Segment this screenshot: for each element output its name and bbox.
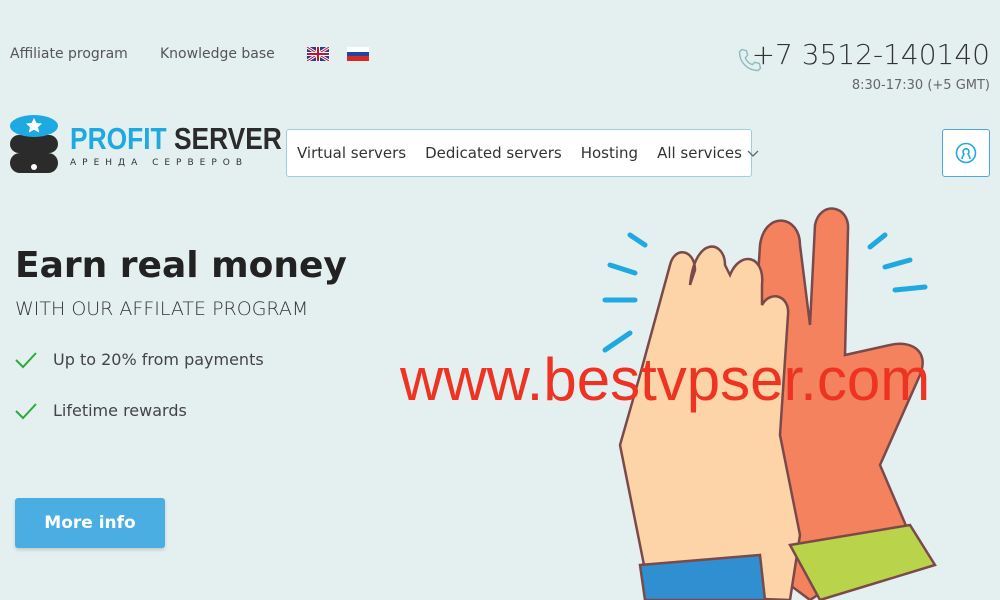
chevron-down-icon	[747, 150, 759, 157]
feature-item: Lifetime rewards	[15, 401, 187, 420]
uk-flag-icon[interactable]	[307, 47, 329, 61]
russia-flag-icon[interactable]	[347, 47, 369, 61]
feature-text: Up to 20% from payments	[53, 350, 264, 369]
server-stack-logo-icon	[10, 115, 58, 173]
hero-subtitle: WITH OUR AFFILATE PROGRAM	[15, 298, 309, 320]
nav-virtual-servers[interactable]: Virtual servers	[297, 144, 406, 162]
nav-all-services[interactable]: All services	[657, 144, 759, 162]
phone-number[interactable]: +7 3512-140140	[752, 38, 990, 71]
logo-name-server: SERVER	[173, 120, 282, 156]
logo-tagline: АРЕНДА СЕРВЕРОВ	[70, 157, 249, 168]
account-button[interactable]	[942, 129, 990, 177]
user-icon	[955, 142, 977, 164]
watermark: www.bestvpser.com	[400, 346, 931, 413]
check-icon	[15, 351, 37, 368]
nav-dedicated-servers[interactable]: Dedicated servers	[425, 144, 562, 162]
knowledge-base-link[interactable]: Knowledge base	[160, 46, 275, 62]
working-hours: 8:30-17:30 (+5 GMT)	[851, 78, 990, 93]
main-nav: Virtual servers Dedicated servers Hostin…	[286, 129, 759, 177]
feature-item: Up to 20% from payments	[15, 350, 264, 369]
more-info-button[interactable]: More info	[15, 498, 165, 548]
affiliate-program-link[interactable]: Affiliate program	[10, 46, 128, 62]
check-icon	[15, 402, 37, 419]
logo-name-profit: PROFIT	[70, 120, 167, 156]
feature-text: Lifetime rewards	[53, 401, 187, 420]
nav-all-services-label: All services	[657, 144, 742, 162]
nav-hosting[interactable]: Hosting	[581, 144, 638, 162]
logo[interactable]: PROFIT SERVER АРЕНДА СЕРВЕРОВ	[10, 115, 319, 175]
hero-title: Earn real money	[15, 245, 347, 286]
